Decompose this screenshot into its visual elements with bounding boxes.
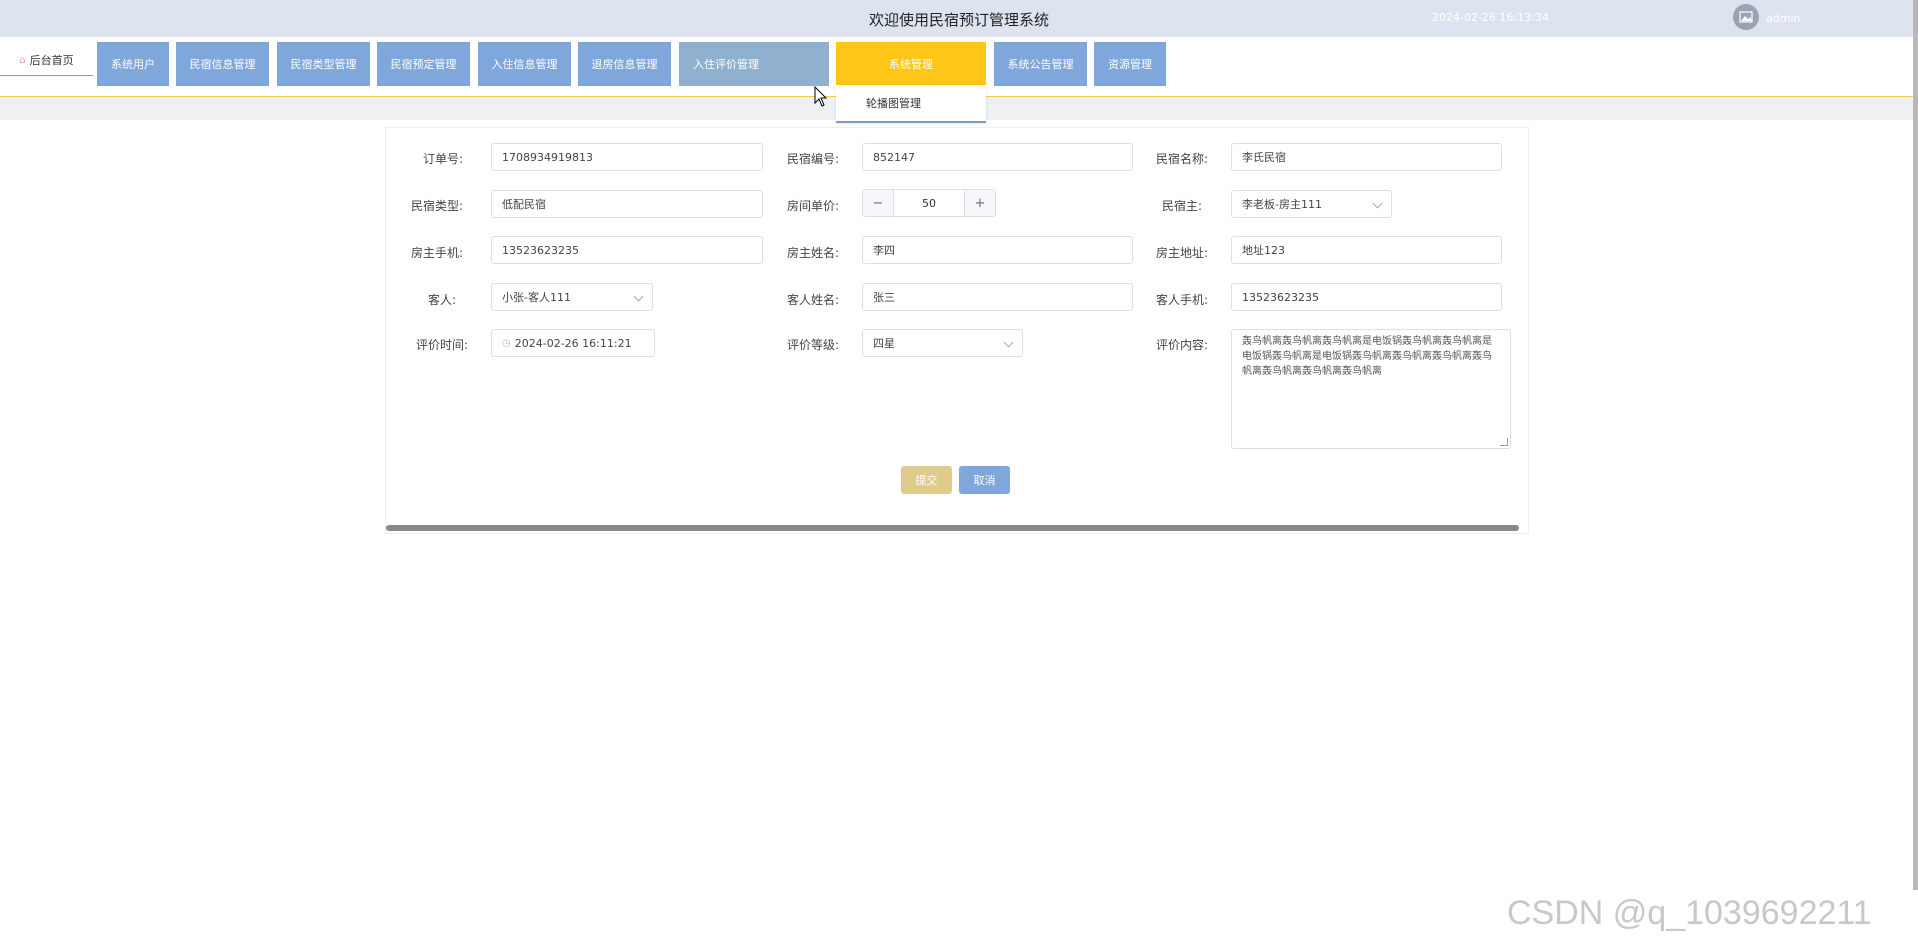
guest-select[interactable]: 小张-客人111 [491,283,653,311]
home-icon: ⌂ [19,54,26,66]
order-no-field[interactable]: 1708934919813 [491,143,763,171]
mouse-cursor-icon [814,86,828,107]
guest-name-label: 客人姓名: [786,293,839,307]
cancel-button[interactable]: 取消 [959,466,1010,494]
homestay-name-field[interactable]: 李氏民宿 [1231,143,1502,171]
nav-item-announcement[interactable]: 系统公告管理 [994,42,1087,86]
nav-item-system-users[interactable]: 系统用户 [97,42,169,86]
resize-handle-icon[interactable] [1500,438,1508,446]
guest-name-field[interactable]: 张三 [862,283,1133,311]
owner-name-label: 房主姓名: [786,246,839,260]
nav-home-label: 后台首页 [29,54,74,67]
homestay-type-field[interactable]: 低配民宿 [491,190,763,218]
owner-name-field[interactable]: 李四 [862,236,1133,264]
review-time-value: 2024-02-26 16:11:21 [514,336,632,350]
nav-home[interactable]: ⌂ 后台首页 [0,45,93,76]
order-no-label: 订单号: [422,152,463,166]
price-label: 房间单价: [786,199,839,213]
nav-item-homestay-info[interactable]: 民宿信息管理 [176,42,269,86]
guest-phone-field[interactable]: 13523623235 [1231,283,1502,311]
review-level-value: 四星 [873,337,895,350]
watermark: CSDN @q_1039692211 [1507,894,1872,932]
review-content-textarea[interactable]: 轰鸟帆离轰鸟帆离轰鸟帆离是电饭锅轰鸟帆离轰鸟帆离是电饭锅轰鸟帆离是电饭锅轰鸟帆离… [1231,329,1511,449]
price-value[interactable]: 50 [893,190,965,216]
page-title: 欢迎使用民宿预订管理系统 [868,11,1049,29]
review-time-picker[interactable]: ◷ 2024-02-26 16:11:21 [491,329,655,357]
top-bar: 欢迎使用民宿预订管理系统 2024-02-26 16:13:34 admin [0,0,1918,37]
nav-item-homestay-booking[interactable]: 民宿预定管理 [377,42,470,86]
nav-item-homestay-type[interactable]: 民宿类型管理 [277,42,370,86]
guest-label: 客人: [427,293,456,307]
avatar[interactable] [1733,4,1759,30]
chevron-down-icon [1003,337,1014,348]
horizontal-scrollbar[interactable] [386,525,1519,531]
owner-address-field[interactable]: 地址123 [1231,236,1502,264]
guest-phone-label: 客人手机: [1155,293,1208,307]
homestay-type-label: 民宿类型: [410,199,463,213]
review-content-label: 评价内容: [1155,338,1208,352]
vertical-scrollbar[interactable] [1913,0,1918,890]
homestay-no-label: 民宿编号: [786,152,839,166]
minus-icon[interactable]: − [863,190,893,216]
submit-button[interactable]: 提交 [901,466,952,494]
datetime-display: 2024-02-26 16:13:34 [1432,11,1549,24]
username[interactable]: admin [1766,12,1800,25]
owner-address-label: 房主地址: [1155,246,1208,260]
plus-icon[interactable]: + [965,190,995,216]
homestay-name-label: 民宿名称: [1155,152,1208,166]
homestay-no-field[interactable]: 852147 [862,143,1133,171]
owner-phone-field[interactable]: 13523623235 [491,236,763,264]
review-content-text: 轰鸟帆离轰鸟帆离轰鸟帆离是电饭锅轰鸟帆离轰鸟帆离是电饭锅轰鸟帆离是电饭锅轰鸟帆离… [1242,336,1492,377]
nav-item-checkin-review[interactable]: 入住评价管理 [679,42,829,86]
guest-select-value: 小张-客人111 [502,291,571,304]
review-time-label: 评价时间: [415,338,468,352]
clock-icon: ◷ [502,337,511,349]
chevron-down-icon [633,291,644,302]
review-level-select[interactable]: 四星 [862,329,1023,357]
review-level-label: 评价等级: [786,338,839,352]
owner-select-value: 李老板-房主111 [1242,198,1322,211]
image-icon [1739,11,1753,23]
nav-item-resources[interactable]: 资源管理 [1094,42,1166,86]
chevron-down-icon [1372,198,1383,209]
dropdown-item-carousel[interactable]: 轮播图管理 [836,85,986,123]
nav-item-checkout-info[interactable]: 退房信息管理 [578,42,671,86]
nav-item-checkin-info[interactable]: 入住信息管理 [478,42,571,86]
nav-item-system-management[interactable]: 系统管理 [836,42,986,86]
owner-phone-label: 房主手机: [410,246,463,260]
owner-label: 民宿主: [1161,199,1202,213]
owner-select[interactable]: 李老板-房主111 [1231,190,1392,218]
price-stepper[interactable]: − 50 + [862,189,996,217]
